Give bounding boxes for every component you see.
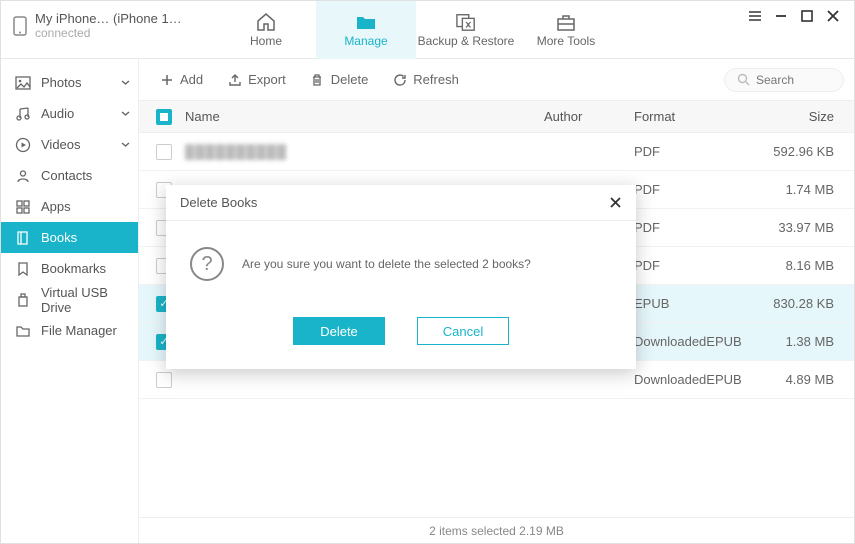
modal-title: Delete Books [180, 195, 257, 210]
search-icon [737, 73, 750, 86]
sidebar-item-label: Videos [41, 137, 81, 152]
export-button[interactable]: Export [217, 68, 296, 91]
status-text: 2 items selected 2.19 MB [429, 524, 564, 538]
select-all-checkbox[interactable] [156, 109, 172, 125]
sidebar-item-bookmarks[interactable]: Bookmarks [1, 253, 138, 284]
cell-format: PDF [634, 182, 764, 197]
tab-label: Manage [344, 34, 387, 48]
chevron-down-icon [121, 140, 130, 149]
column-size[interactable]: Size [764, 109, 854, 124]
toolbox-icon [555, 12, 577, 32]
sidebar-item-audio[interactable]: Audio [1, 98, 138, 129]
refresh-button[interactable]: Refresh [382, 68, 469, 91]
tab-tools[interactable]: More Tools [516, 1, 616, 59]
sidebar-item-usb[interactable]: Virtual USB Drive [1, 284, 138, 315]
cell-format: EPUB [634, 296, 764, 311]
video-icon [15, 137, 31, 153]
add-button[interactable]: Add [149, 68, 213, 91]
cell-format: PDF [634, 144, 764, 159]
sidebar-item-videos[interactable]: Videos [1, 129, 138, 160]
menu-icon[interactable] [748, 9, 762, 23]
cell-size: 4.89 MB [764, 372, 854, 387]
home-icon [255, 12, 277, 32]
tab-label: More Tools [537, 34, 595, 48]
delete-confirm-dialog: Delete Books ? Are you sure you want to … [166, 185, 636, 369]
tab-manage[interactable]: Manage [316, 1, 416, 59]
modal-message: Are you sure you want to delete the sele… [242, 257, 531, 271]
bookmark-icon [15, 261, 31, 277]
sidebar-item-label: File Manager [41, 323, 117, 338]
toolbar-label: Export [248, 72, 286, 87]
modal-cancel-button[interactable]: Cancel [417, 317, 509, 345]
tab-backup[interactable]: Backup & Restore [416, 1, 516, 59]
tab-home[interactable]: Home [216, 1, 316, 59]
column-format[interactable]: Format [634, 109, 764, 124]
sidebar-item-label: Audio [41, 106, 74, 121]
contacts-icon [15, 168, 31, 184]
sidebar-item-filemgr[interactable]: File Manager [1, 315, 138, 346]
question-icon: ? [190, 247, 224, 281]
device-name: My iPhone… (iPhone 1… [35, 11, 182, 26]
sidebar-item-label: Apps [41, 199, 71, 214]
toolbar-label: Add [180, 72, 203, 87]
search-box[interactable] [724, 68, 844, 92]
folder-icon [355, 12, 377, 32]
tab-label: Backup & Restore [418, 34, 515, 48]
sidebar-item-contacts[interactable]: Contacts [1, 160, 138, 191]
cell-size: 8.16 MB [764, 258, 854, 273]
export-icon [227, 72, 242, 87]
close-icon[interactable] [826, 9, 840, 23]
photo-icon [15, 75, 31, 91]
sidebar-item-label: Contacts [41, 168, 92, 183]
sidebar-item-label: Virtual USB Drive [41, 285, 124, 315]
device-panel[interactable]: My iPhone… (iPhone 1… connected [1, 1, 216, 50]
apps-icon [15, 199, 31, 215]
toolbar-label: Refresh [413, 72, 459, 87]
cell-format: PDF [634, 220, 764, 235]
device-status: connected [35, 26, 182, 40]
tab-label: Home [250, 34, 282, 48]
folder-small-icon [15, 323, 31, 339]
table-row[interactable]: ██████████ PDF592.96 KB [139, 133, 854, 171]
usb-icon [15, 292, 31, 308]
search-input[interactable] [756, 73, 836, 87]
minimize-icon[interactable] [774, 9, 788, 23]
modal-close-icon[interactable] [609, 196, 622, 209]
cell-size: 1.74 MB [764, 182, 854, 197]
sidebar-item-label: Photos [41, 75, 81, 90]
sidebar-item-label: Bookmarks [41, 261, 106, 276]
column-author[interactable]: Author [544, 109, 634, 124]
cell-format: DownloadedEPUB [634, 334, 764, 349]
book-icon [15, 230, 31, 246]
chevron-down-icon [121, 109, 130, 118]
sync-icon [455, 12, 477, 32]
delete-button[interactable]: Delete [300, 68, 379, 91]
row-checkbox[interactable] [156, 144, 172, 160]
cell-format: DownloadedEPUB [634, 372, 764, 387]
column-name[interactable]: Name [179, 109, 544, 124]
sidebar-item-apps[interactable]: Apps [1, 191, 138, 222]
phone-icon [13, 16, 27, 36]
plus-icon [159, 72, 174, 87]
status-bar: 2 items selected 2.19 MB [139, 517, 854, 543]
trash-icon [310, 72, 325, 87]
cell-name: ██████████ [179, 144, 544, 159]
table-header: Name Author Format Size [139, 101, 854, 133]
cell-size: 592.96 KB [764, 144, 854, 159]
refresh-icon [392, 72, 407, 87]
cell-size: 1.38 MB [764, 334, 854, 349]
sidebar-item-label: Books [41, 230, 77, 245]
maximize-icon[interactable] [800, 9, 814, 23]
modal-delete-button[interactable]: Delete [293, 317, 385, 345]
chevron-down-icon [121, 78, 130, 87]
cell-size: 830.28 KB [764, 296, 854, 311]
sidebar-item-photos[interactable]: Photos [1, 67, 138, 98]
row-checkbox[interactable] [156, 372, 172, 388]
cell-size: 33.97 MB [764, 220, 854, 235]
sidebar-item-books[interactable]: Books [1, 222, 138, 253]
toolbar-label: Delete [331, 72, 369, 87]
music-icon [15, 106, 31, 122]
cell-format: PDF [634, 258, 764, 273]
